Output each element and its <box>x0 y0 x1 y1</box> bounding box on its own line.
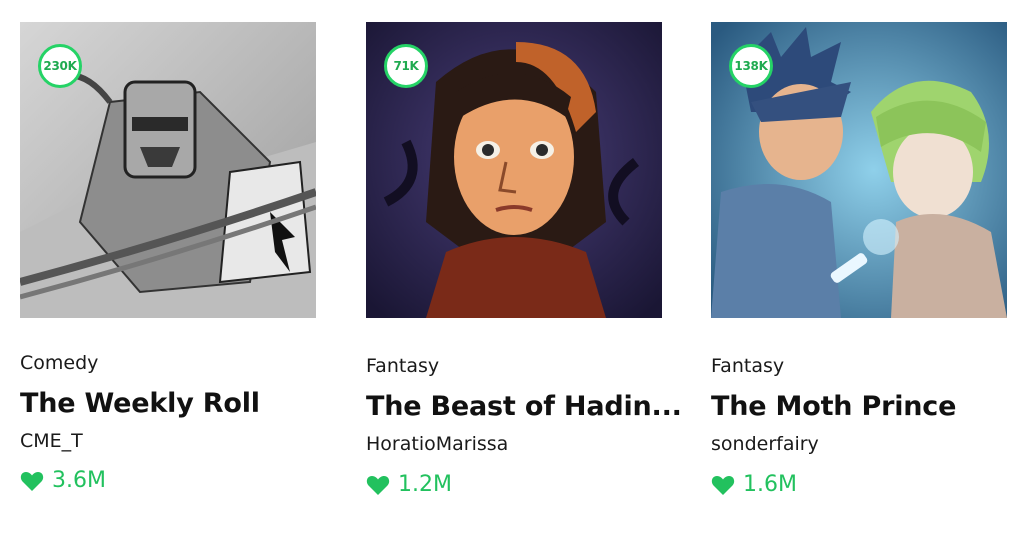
heart-icon <box>366 475 390 495</box>
genre-label: Comedy <box>20 352 99 374</box>
likes-count: 3.6M <box>20 468 106 493</box>
views-badge: 71K <box>384 44 428 88</box>
likes-count: 1.2M <box>366 472 452 497</box>
likes-value: 3.6M <box>52 468 106 493</box>
likes-value: 1.6M <box>743 472 797 497</box>
comic-title[interactable]: The Weekly Roll <box>20 388 260 419</box>
likes-count: 1.6M <box>711 472 797 497</box>
comic-card-moth-prince[interactable]: 138K Fantasy The Moth Prince sonderfairy… <box>711 0 1011 534</box>
views-badge: 138K <box>729 44 773 88</box>
comic-title[interactable]: The Beast of Hadin... <box>366 391 682 422</box>
comic-card-weekly-roll[interactable]: 230K Comedy The Weekly Roll CME_T 3.6M <box>20 0 320 534</box>
comic-card-beast-of-hadin[interactable]: 71K Fantasy The Beast of Hadin... Horati… <box>366 0 682 534</box>
heart-icon <box>711 475 735 495</box>
genre-label: Fantasy <box>366 355 440 377</box>
author-name[interactable]: sonderfairy <box>711 433 819 455</box>
heart-icon <box>20 471 44 491</box>
views-badge: 230K <box>38 44 82 88</box>
comic-title[interactable]: The Moth Prince <box>711 391 956 422</box>
author-name[interactable]: HoratioMarissa <box>366 433 508 455</box>
author-name[interactable]: CME_T <box>20 430 83 452</box>
genre-label: Fantasy <box>711 355 785 377</box>
likes-value: 1.2M <box>398 472 452 497</box>
